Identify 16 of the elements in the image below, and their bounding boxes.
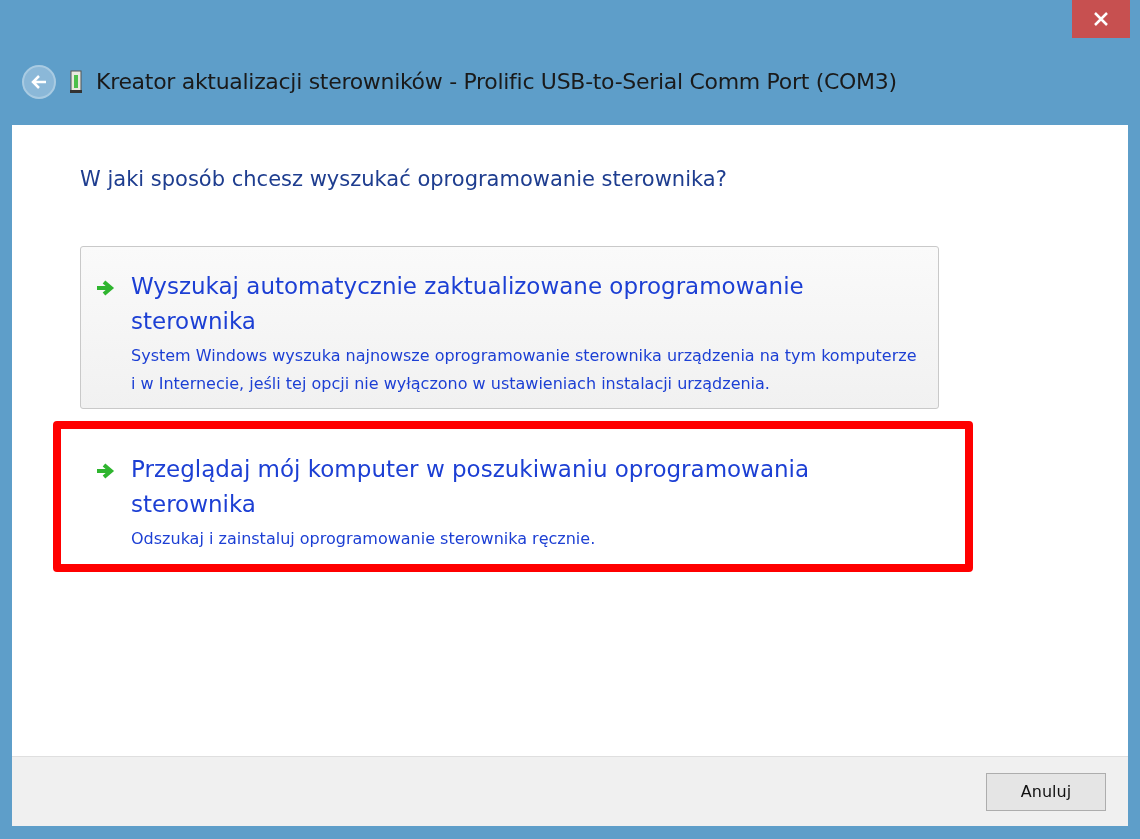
arrow-icon	[95, 462, 115, 480]
window-title: Kreator aktualizacji sterowników - Prolific USB-to-Serial Comm Port (COM3)	[96, 69, 897, 94]
close-icon	[1094, 12, 1108, 26]
option-card[interactable]: Przeglądaj mój komputer w poszukiwaniu oprogramowania sterownika Odszukaj i zainstaluj oprogramowanie sterownika ręcznie.	[80, 429, 939, 564]
close-button[interactable]	[1072, 0, 1130, 38]
option-description: Odszukaj i zainstaluj oprogramowanie sterownika ręcznie.	[131, 528, 597, 550]
option-card[interactable]	[80, 246, 939, 409]
option-link[interactable]: Wyszukaj automatycznie zaktualizowane oprogramowanie sterownika	[131, 269, 918, 338]
back-arrow-icon	[30, 73, 48, 90]
back-button[interactable]	[22, 64, 56, 99]
cancel-button[interactable]: Anuluj	[986, 772, 1106, 811]
option-link[interactable]: Przeglądaj mój komputer w poszukiwaniu oprogramowania sterownika	[131, 452, 918, 521]
option-description: System Windows wyszuka najnowsze oprogramowanie sterownika urządzenia na tym komputerze i w Internecie, jeśli tej opcji nie wyłączono w ustawieniach instalacji urządzenia.	[131, 345, 918, 395]
usb-device-icon	[70, 69, 82, 94]
dialog-heading: W jaki sposób chcesz wyszukać oprogramowanie sterownika?	[80, 167, 728, 191]
arrow-icon	[95, 279, 115, 297]
